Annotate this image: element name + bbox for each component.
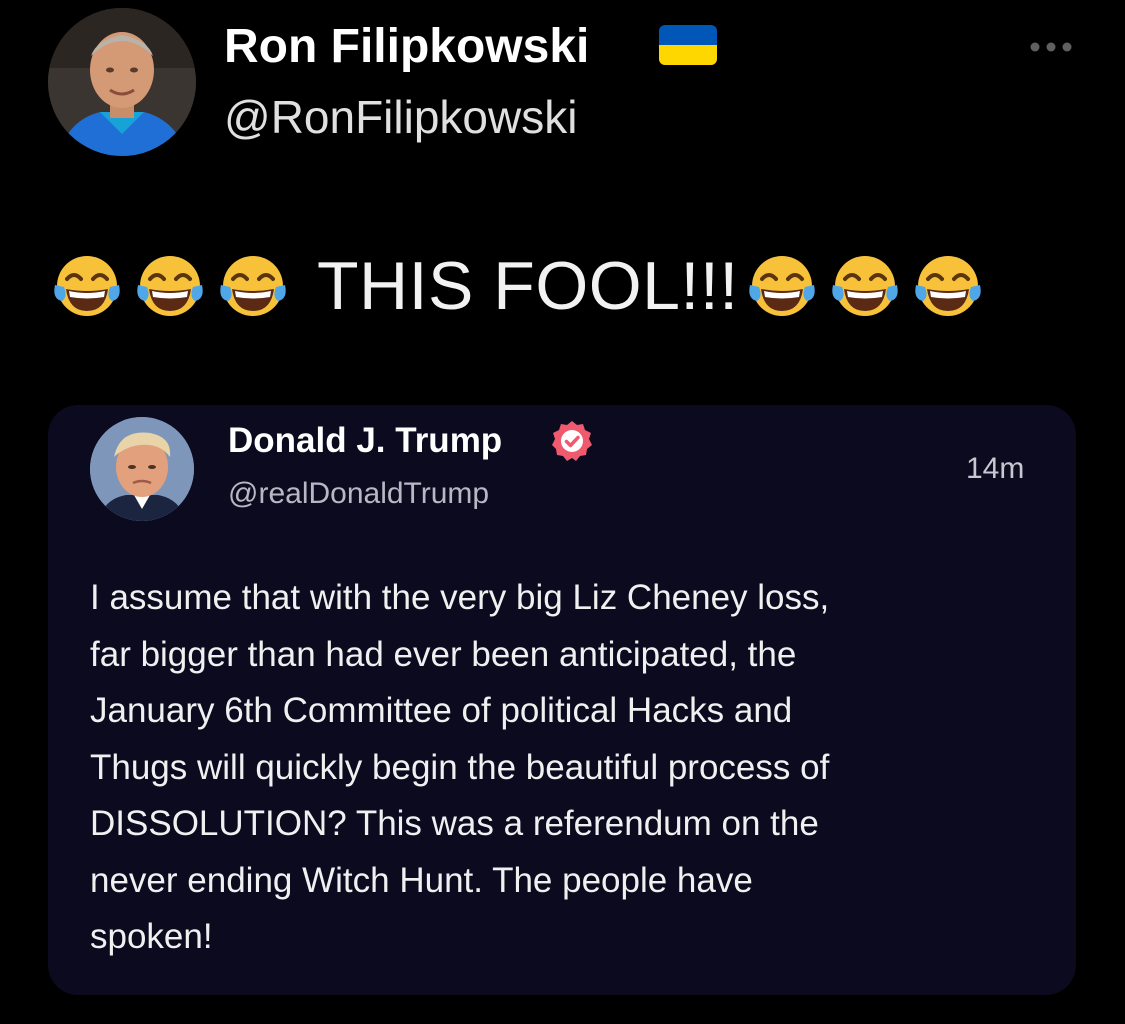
face-with-tears-of-joy-icon — [133, 249, 207, 323]
author-avatar[interactable] — [48, 8, 196, 156]
quoted-post-line: Thugs will quickly begin the beautiful p… — [90, 747, 830, 787]
quoted-post-line: I assume that with the very big Liz Chen… — [90, 578, 830, 617]
author-display-name[interactable]: Ron Filipkowski — [224, 18, 589, 76]
ukraine-flag-icon — [659, 25, 717, 65]
quoted-post-line: spoken! — [90, 917, 213, 956]
quoted-post-body: I assume that with the very big Liz Chen… — [90, 570, 1050, 966]
quoted-post-timestamp[interactable]: 14m — [966, 450, 1024, 488]
tweet-body-text: THIS FOOL!!! — [317, 248, 739, 324]
quoted-author-handle[interactable]: @realDonaldTrump — [228, 475, 489, 513]
author-handle[interactable]: @RonFilipkowski — [224, 88, 577, 146]
face-with-tears-of-joy-icon — [745, 249, 819, 323]
face-with-tears-of-joy-icon — [50, 249, 124, 323]
quoted-author-avatar[interactable] — [90, 417, 194, 521]
ellipsis-icon[interactable] — [1028, 38, 1074, 56]
face-with-tears-of-joy-icon — [828, 249, 902, 323]
quoted-post-line: far bigger than had ever been anticipate… — [90, 634, 797, 674]
quoted-post-line: never ending Witch Hunt. The people have — [90, 860, 753, 900]
quoted-post-line: DISSOLUTION? This was a referendum on th… — [90, 804, 819, 843]
quoted-author-display-name[interactable]: Donald J. Trump — [228, 419, 502, 463]
quoted-post-line: January 6th Committee of political Hacks… — [90, 691, 793, 730]
face-with-tears-of-joy-icon — [911, 249, 985, 323]
verified-badge-icon — [550, 419, 594, 463]
quoted-post-card[interactable]: Donald J. Trump @realDonaldTrump 14m I a… — [48, 405, 1076, 995]
tweet-text: THIS FOOL!!! — [50, 248, 994, 324]
face-with-tears-of-joy-icon — [216, 249, 290, 323]
